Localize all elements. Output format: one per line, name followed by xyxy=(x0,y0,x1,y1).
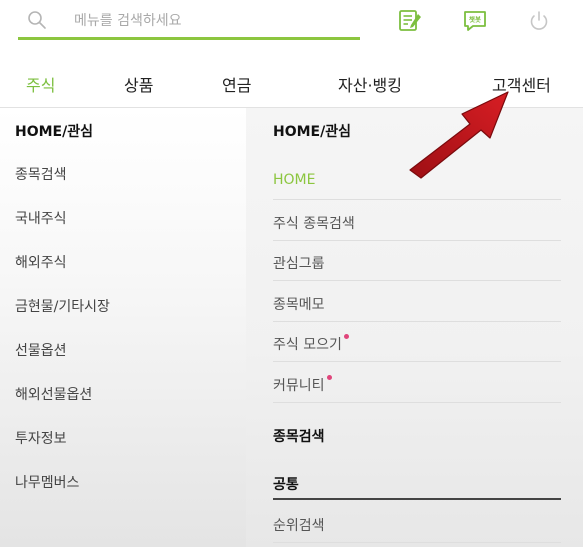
left-item-namu-members[interactable]: 나무멤버스 xyxy=(15,472,79,492)
menu-item-stock-collect[interactable]: 주식 모으기 xyxy=(273,322,561,362)
search-icon[interactable] xyxy=(27,10,47,30)
menu-item-stock-memo[interactable]: 종목메모 xyxy=(273,282,561,322)
chatbot-icon-label: 챗봇 xyxy=(469,15,481,24)
search-input[interactable] xyxy=(74,9,354,33)
left-item-gold-other-markets[interactable]: 금현물/기타시장 xyxy=(15,296,110,316)
left-item-overseas-stocks[interactable]: 해외주식 xyxy=(15,252,67,272)
menu-item-watch-groups[interactable]: 관심그룹 xyxy=(273,241,561,281)
tab-products[interactable]: 상품 xyxy=(124,72,153,96)
menu-item-label: 주식 모으기 xyxy=(273,337,342,353)
left-item-overseas-futures-options[interactable]: 해외선물옵션 xyxy=(15,384,92,404)
left-item-home-watchlist[interactable]: HOME/관심 xyxy=(15,121,93,141)
main-tabs: 주식 상품 연금 자산·뱅킹 고객센터 xyxy=(0,60,583,108)
section-title-home-watchlist: HOME/관심 xyxy=(273,124,351,140)
left-menu: HOME/관심 종목검색 국내주식 해외주식 금현물/기타시장 선물옵션 해외선… xyxy=(0,108,246,547)
sub-head-common: 공통 xyxy=(273,474,561,500)
right-menu: HOME/관심 HOME 주식 종목검색 관심그룹 종목메모 주식 모으기 커뮤… xyxy=(246,108,583,547)
menu-item-label: 순위검색 xyxy=(273,518,325,534)
left-item-futures-options[interactable]: 선물옵션 xyxy=(15,340,67,360)
menu-item-label: 커뮤니티 xyxy=(273,378,325,394)
chat-icon[interactable]: 챗봇 xyxy=(462,8,488,34)
menu-item-label: 종목메모 xyxy=(273,297,325,313)
left-item-stock-search[interactable]: 종목검색 xyxy=(15,164,67,184)
menu-item-label: 주식 종목검색 xyxy=(273,216,355,232)
new-badge-dot xyxy=(326,375,332,380)
tab-customer-center[interactable]: 고객센터 xyxy=(492,72,551,96)
tab-assets-banking[interactable]: 자산·뱅킹 xyxy=(338,72,402,96)
menu-item-label: HOME xyxy=(273,172,316,188)
left-item-investment-info[interactable]: 투자정보 xyxy=(15,428,67,448)
left-item-domestic-stocks[interactable]: 국내주식 xyxy=(15,208,67,228)
search-bar[interactable] xyxy=(18,0,360,40)
sub-head-label: 공통 xyxy=(273,477,299,493)
menu-item-stock-search[interactable]: 주식 종목검색 xyxy=(273,201,561,241)
new-badge-dot xyxy=(343,334,349,339)
section-title-stock-search: 종목검색 xyxy=(273,429,325,445)
power-icon[interactable] xyxy=(526,8,552,34)
tab-pension[interactable]: 연금 xyxy=(222,72,251,96)
menu-item-community[interactable]: 커뮤니티 xyxy=(273,363,561,403)
menu-item-home[interactable]: HOME xyxy=(273,160,561,200)
menu-item-rank-search[interactable]: 순위검색 xyxy=(273,503,561,543)
menu-item-label: 관심그룹 xyxy=(273,256,325,272)
tab-stocks[interactable]: 주식 xyxy=(26,72,55,96)
memo-icon[interactable] xyxy=(397,8,423,34)
